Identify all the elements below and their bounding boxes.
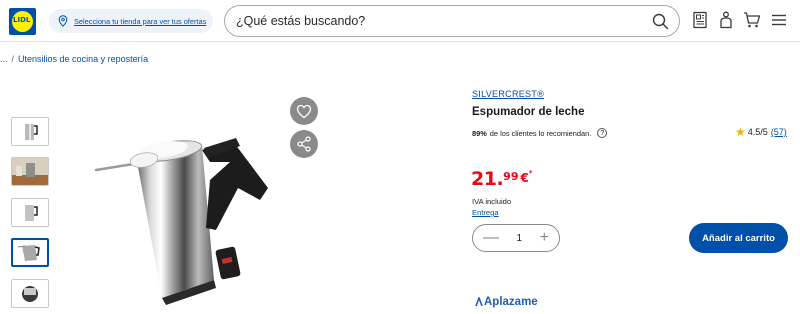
account-icon[interactable] [716, 10, 736, 30]
search-icon[interactable] [652, 13, 669, 30]
brochure-icon[interactable] [690, 10, 710, 30]
breadcrumb-link[interactable]: Utensilios de cocina y repostería [18, 54, 148, 64]
menu-icon[interactable] [769, 10, 789, 30]
site-header: LIDL Selecciona tu tienda para ver tus o… [0, 0, 800, 42]
location-pin-icon [58, 15, 68, 27]
recommend-percentage: 89% [472, 128, 487, 138]
thumbnail-1[interactable] [11, 117, 49, 146]
logo-text: LIDL [13, 16, 31, 24]
star-icon: ★ [735, 125, 746, 139]
rating-count-link[interactable]: (57) [771, 127, 787, 137]
recommendation-info: 89% de los clientes lo recomiendan. ? [472, 128, 608, 138]
plus-icon[interactable]: + [540, 230, 549, 246]
add-to-cart-button[interactable]: Añadir al carrito [689, 223, 788, 253]
price-currency: € [520, 171, 529, 185]
product-title: Espumador de leche [472, 106, 585, 118]
help-icon[interactable]: ? [597, 128, 608, 138]
store-selector[interactable]: Selecciona tu tienda para ver tus oferta… [49, 9, 213, 33]
breadcrumb-ellipsis[interactable]: ... [0, 54, 8, 64]
quantity-value[interactable]: 1 [517, 233, 523, 244]
favorite-button[interactable] [290, 97, 318, 125]
thumbnail-4-active[interactable] [11, 238, 49, 267]
breadcrumb-separator: / [11, 54, 15, 64]
recommend-text: de los clientes lo recomiendan. [489, 128, 592, 138]
store-selector-label: Selecciona tu tienda para ver tus oferta… [74, 16, 207, 26]
rating-summary[interactable]: ★ 4.5/5 (57) [735, 126, 787, 138]
aplazame-text: Aplazame [484, 296, 538, 308]
search-input[interactable] [236, 14, 636, 28]
price-decimals: 99 [503, 170, 519, 183]
share-icon [297, 136, 311, 152]
price-footnote-mark: * [528, 169, 533, 177]
quantity-stepper: — 1 + [472, 224, 560, 252]
lidl-logo[interactable]: LIDL [9, 8, 36, 35]
minus-icon[interactable]: — [483, 230, 499, 246]
delivery-link[interactable]: Entrega [472, 208, 499, 217]
share-button[interactable] [290, 130, 318, 158]
price-integer: 21. [471, 168, 504, 190]
thumbnail-3[interactable] [11, 198, 49, 227]
search-bar[interactable] [224, 5, 680, 37]
product-image [90, 110, 290, 306]
price: 21. 99 € * [471, 170, 533, 189]
cart-icon[interactable] [742, 10, 762, 30]
aplazame-logo: Aplazame [475, 296, 538, 308]
breadcrumb: ... / Utensilios de cocina y repostería [0, 54, 148, 64]
heart-icon [296, 104, 312, 118]
rating-value: 4.5/5 [747, 127, 768, 137]
vat-note: IVA incluido [472, 197, 512, 206]
brand-link[interactable]: SILVERCREST® [472, 89, 544, 99]
thumbnail-2[interactable] [11, 157, 49, 186]
thumbnail-5[interactable] [11, 279, 49, 308]
aplazame-mark-icon [475, 297, 483, 307]
